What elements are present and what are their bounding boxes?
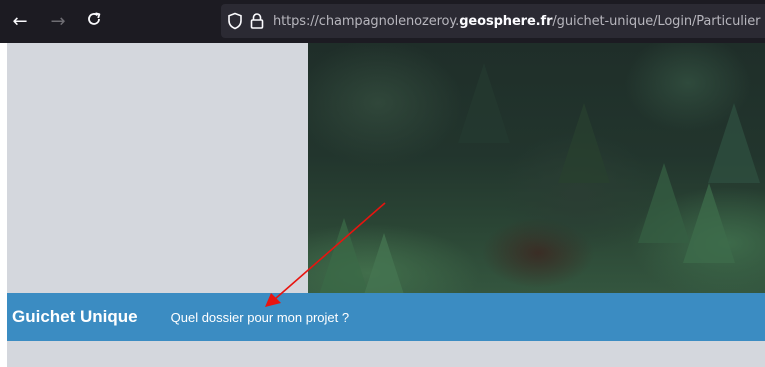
- hero-forest-image: [308, 43, 765, 293]
- url-path: /guichet-unique/Login/Particulier: [552, 13, 761, 29]
- back-button[interactable]: ←: [8, 8, 32, 34]
- project-file-nav-link[interactable]: Quel dossier pour mon projet ?: [171, 310, 349, 325]
- browser-toolbar: ← → https://champagnolenozeroy.geosphere…: [0, 0, 765, 43]
- left-gray-panel: [7, 43, 308, 293]
- url-domain: geosphere.fr: [459, 13, 553, 29]
- address-bar[interactable]: https://champagnolenozeroy.geosphere.fr/…: [221, 4, 765, 38]
- site-header-bar: Guichet Unique Quel dossier pour mon pro…: [7, 293, 765, 341]
- reload-button[interactable]: [82, 8, 106, 34]
- lock-icon[interactable]: [249, 12, 265, 30]
- back-arrow-icon: ←: [12, 10, 28, 32]
- url-text[interactable]: https://champagnolenozeroy.geosphere.fr/…: [273, 14, 760, 29]
- page-content: Guichet Unique Quel dossier pour mon pro…: [0, 43, 765, 367]
- forward-arrow-icon: →: [50, 10, 66, 32]
- site-brand-link[interactable]: Guichet Unique: [12, 307, 138, 327]
- shield-icon[interactable]: [227, 12, 243, 30]
- forward-button[interactable]: →: [46, 8, 70, 34]
- url-prefix: https://champagnolenozeroy.: [273, 13, 460, 29]
- reload-icon: [86, 11, 102, 32]
- content-strip: [7, 341, 765, 367]
